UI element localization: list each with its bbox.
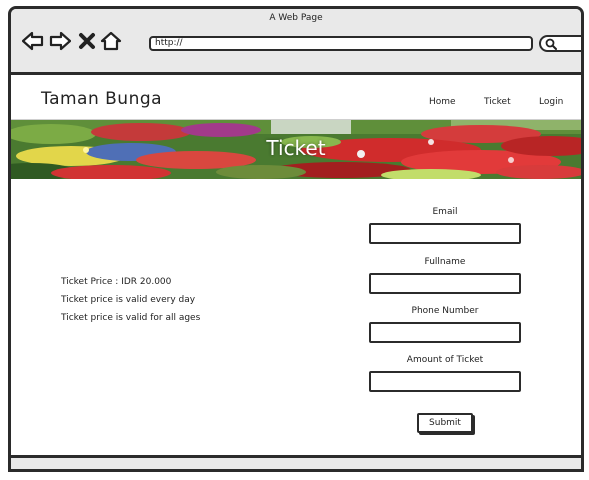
hero-banner: Ticket	[11, 120, 581, 179]
back-arrow-icon[interactable]	[21, 29, 45, 53]
browser-window: A Web Page http:// Taman Bunga Home Tick…	[8, 6, 584, 472]
banner-title: Ticket	[266, 136, 326, 160]
search-icon	[545, 38, 557, 50]
amount-of-ticket-field[interactable]	[369, 371, 521, 392]
close-icon[interactable]	[75, 29, 99, 53]
site-header: Taman Bunga Home Ticket Login	[11, 75, 581, 120]
amount-of-ticket-label: Amount of Ticket	[406, 355, 484, 365]
home-icon[interactable]	[99, 29, 123, 53]
ticket-content: Ticket Price : IDR 20.000 Ticket price i…	[11, 179, 581, 464]
submit-button[interactable]: Submit	[417, 413, 473, 433]
forward-arrow-icon[interactable]	[48, 29, 72, 53]
phone-number-label: Phone Number	[411, 306, 479, 316]
url-bar[interactable]: http://	[149, 36, 533, 51]
status-bar	[11, 455, 581, 469]
ticket-age-text: Ticket price is valid for all ages	[61, 313, 201, 323]
ticket-validity-text: Ticket price is valid every day	[61, 295, 196, 305]
ticket-price-text: Ticket Price : IDR 20.000	[61, 277, 172, 287]
fullname-field[interactable]	[369, 273, 521, 294]
phone-number-field[interactable]	[369, 322, 521, 343]
nav-link-login[interactable]: Login	[539, 97, 563, 107]
fullname-label: Fullname	[424, 257, 466, 267]
nav-link-home[interactable]: Home	[429, 97, 456, 107]
nav-link-ticket[interactable]: Ticket	[484, 97, 511, 107]
browser-search-field[interactable]	[539, 35, 581, 52]
browser-toolbar: A Web Page http://	[11, 9, 581, 75]
site-title: Taman Bunga	[41, 89, 163, 109]
email-label: Email	[432, 207, 458, 217]
email-field[interactable]	[369, 223, 521, 244]
window-title: A Web Page	[269, 13, 323, 23]
